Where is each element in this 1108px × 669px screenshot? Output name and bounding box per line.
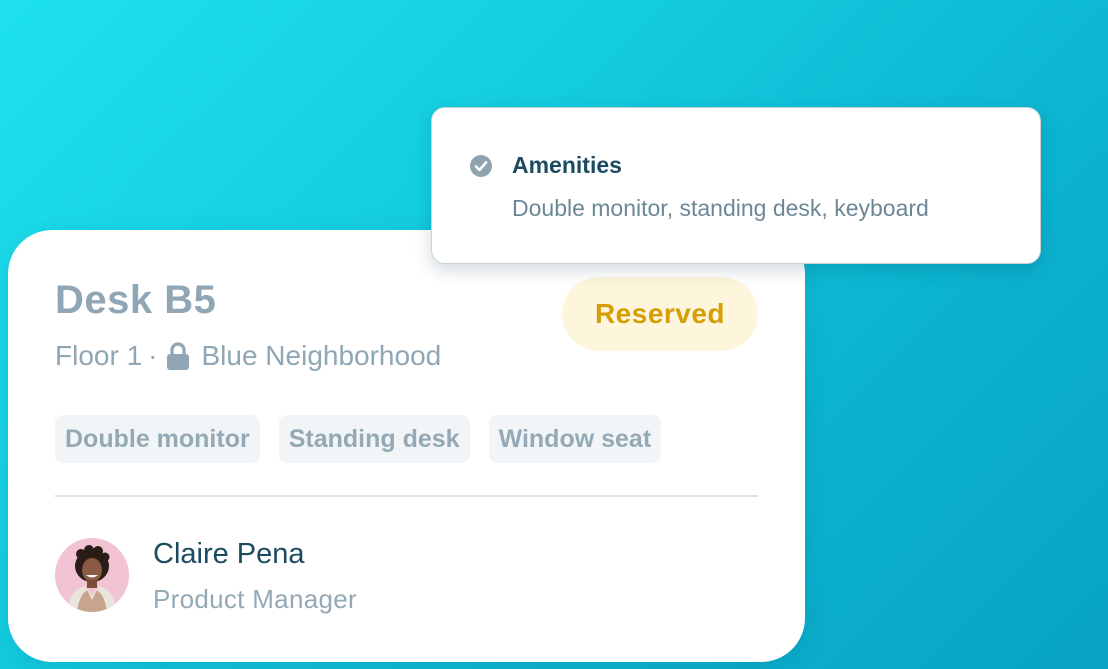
floor-label: Floor 1 bbox=[55, 340, 143, 371]
avatar[interactable] bbox=[55, 538, 129, 612]
divider bbox=[55, 495, 758, 497]
amenities-description: Double monitor, standing desk, keyboard bbox=[512, 195, 929, 221]
desk-title: Desk B5 bbox=[55, 278, 217, 322]
amenity-tags: Double monitor Standing desk Window seat bbox=[55, 415, 662, 463]
avatar-photo bbox=[55, 538, 129, 612]
status-badge: Reserved bbox=[562, 277, 758, 351]
amenities-popover: Amenities Double monitor, standing desk,… bbox=[431, 107, 1041, 264]
assignee-name[interactable]: Claire Pena bbox=[153, 538, 305, 571]
tag-window-seat: Window seat bbox=[488, 415, 662, 463]
assignee-role: Product Manager bbox=[153, 584, 357, 614]
lock-icon bbox=[165, 341, 191, 371]
tag-double-monitor: Double monitor bbox=[55, 415, 260, 463]
tag-standing-desk: Standing desk bbox=[278, 415, 470, 463]
neighborhood-label: Blue Neighborhood bbox=[201, 340, 442, 371]
amenities-title: Amenities bbox=[512, 152, 622, 178]
desk-card[interactable]: Desk B5 Floor 1 · Blue Neighborhood Rese… bbox=[8, 230, 805, 662]
desk-location: Floor 1 · Blue Neighborhood bbox=[55, 340, 441, 372]
location-separator: · bbox=[148, 340, 158, 371]
check-circle-icon bbox=[469, 154, 493, 178]
